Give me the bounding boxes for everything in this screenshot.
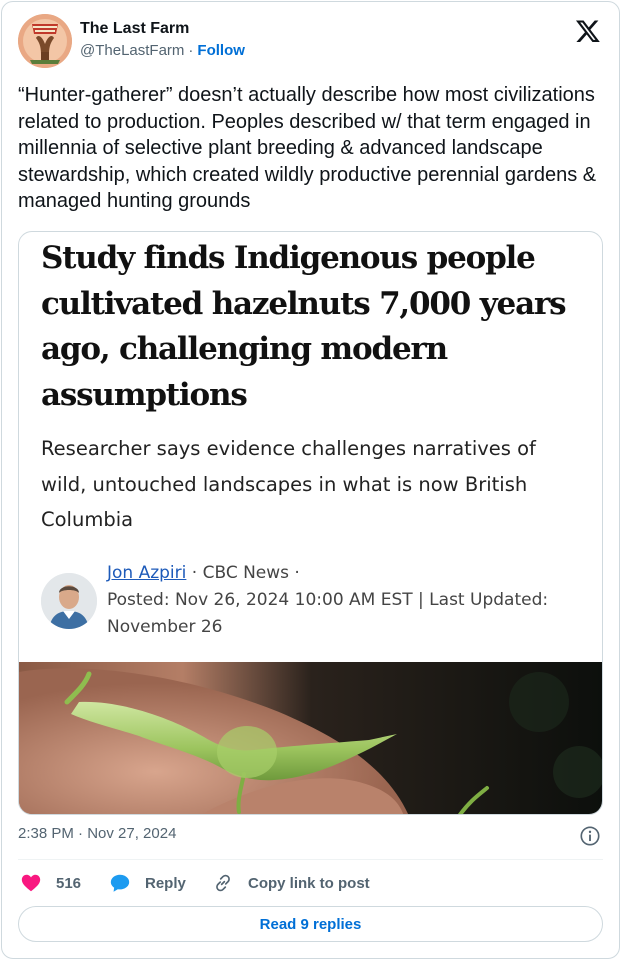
byline-outlet: · CBC News · xyxy=(186,563,300,583)
reply-button[interactable]: Reply xyxy=(109,870,186,896)
byline-author-link[interactable]: Jon Azpiri xyxy=(107,563,186,583)
byline-author-photo xyxy=(41,573,97,629)
link-icon xyxy=(216,874,230,892)
reply-bubble-icon xyxy=(110,874,130,892)
article-deck: Researcher says evidence challenges narr… xyxy=(41,437,536,531)
author-avatar[interactable] xyxy=(18,14,72,68)
follow-button[interactable]: Follow xyxy=(197,42,245,59)
heart-icon xyxy=(21,874,41,892)
separator-dot: · xyxy=(188,42,194,59)
tweet-header: The Last Farm @TheLastFarm · Follow xyxy=(18,14,603,68)
copy-link-button[interactable]: Copy link to post xyxy=(212,870,370,896)
action-bar: 516 Reply Copy link to post xyxy=(18,870,603,896)
tweet-timestamp[interactable]: 2:38 PM · Nov 27, 2024 xyxy=(18,825,176,842)
tweet-text: “Hunter-gatherer” doesn’t actually descr… xyxy=(18,84,597,212)
info-icon[interactable] xyxy=(579,825,601,847)
like-count: 516 xyxy=(56,874,82,892)
article-photo-hazelnut[interactable] xyxy=(19,662,603,815)
x-logo-icon[interactable] xyxy=(575,18,601,44)
author-name[interactable]: The Last Farm xyxy=(80,19,245,39)
like-button[interactable]: 516 xyxy=(20,870,81,896)
author-handle[interactable]: @TheLastFarm xyxy=(80,42,184,59)
article-headline[interactable]: Study finds Indigenous people cultivated… xyxy=(41,236,581,418)
read-replies-button[interactable]: Read 9 replies xyxy=(18,906,603,942)
byline-dates: Posted: Nov 26, 2024 10:00 AM EST | Last… xyxy=(107,590,549,637)
reply-label: Reply xyxy=(145,874,186,892)
copy-link-label: Copy link to post xyxy=(248,874,370,892)
article-byline: Jon Azpiri · CBC News · Posted: Nov 26, … xyxy=(107,560,587,641)
divider xyxy=(18,859,603,860)
article-card[interactable]: Study finds Indigenous people cultivated… xyxy=(18,231,603,815)
